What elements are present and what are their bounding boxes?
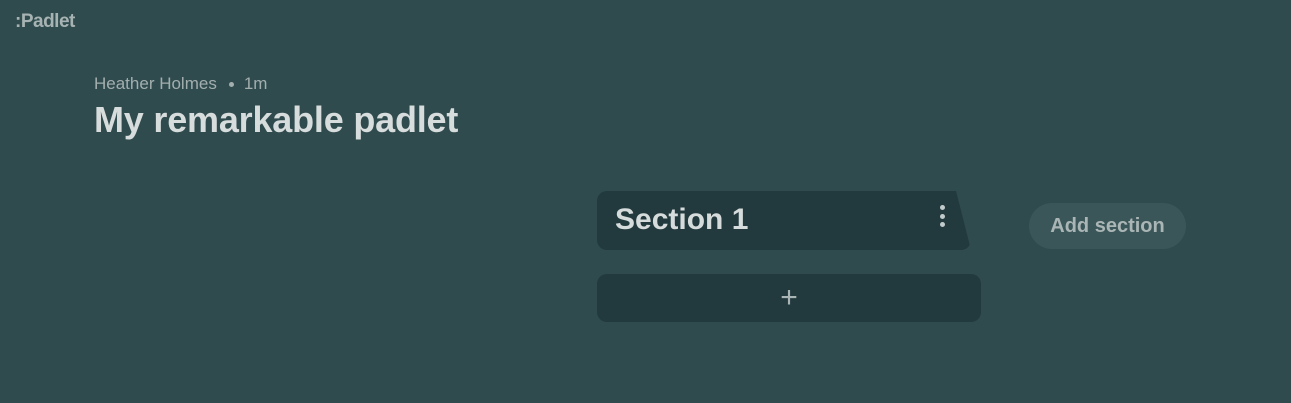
timestamp: 1m bbox=[243, 74, 268, 93]
kebab-dot bbox=[939, 213, 945, 219]
section-title[interactable]: Section 1 bbox=[615, 203, 748, 237]
separator-dot bbox=[228, 81, 234, 87]
add-post-button[interactable]: + bbox=[597, 274, 981, 322]
post-meta: Heather Holmes 1m bbox=[94, 74, 267, 94]
padlet-logo[interactable]: :Padlet bbox=[15, 11, 75, 33]
add-section-button[interactable]: Add section bbox=[1029, 203, 1186, 249]
kebab-menu-icon[interactable] bbox=[936, 205, 948, 227]
plus-icon: + bbox=[780, 281, 798, 314]
kebab-dot bbox=[939, 205, 945, 210]
author-name: Heather Holmes bbox=[94, 74, 217, 93]
kebab-dot bbox=[939, 222, 945, 227]
padlet-title[interactable]: My remarkable padlet bbox=[94, 99, 458, 141]
section-header[interactable]: Section 1 bbox=[597, 191, 971, 250]
